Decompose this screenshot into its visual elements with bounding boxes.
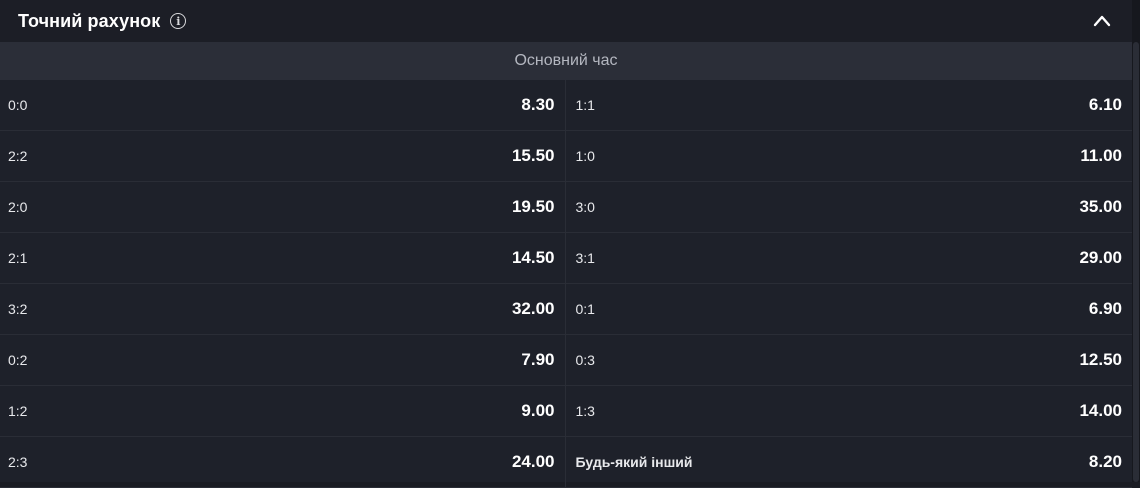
odds-cell[interactable]: 1:3 14.00 bbox=[566, 386, 1133, 436]
odds-cell[interactable]: 0:3 12.50 bbox=[566, 335, 1133, 385]
odds-cell[interactable]: 3:1 29.00 bbox=[566, 233, 1133, 283]
odds-cell[interactable]: 1:0 11.00 bbox=[566, 131, 1133, 181]
odds-cell[interactable]: 1:1 6.10 bbox=[566, 80, 1133, 130]
score-label: 2:0 bbox=[8, 199, 28, 215]
score-label: 2:1 bbox=[8, 250, 28, 266]
score-label: 3:0 bbox=[575, 199, 595, 215]
odds-row: 0:0 8.30 1:1 6.10 bbox=[0, 80, 1132, 131]
score-label: 1:1 bbox=[575, 97, 595, 113]
odds-value: 24.00 bbox=[511, 452, 555, 471]
exact-score-market: Точний рахунок i Основний час 0:0 8.30 1… bbox=[0, 0, 1132, 488]
score-label: 1:0 bbox=[575, 148, 595, 164]
odds-value: 8.30 bbox=[521, 95, 555, 114]
scrollbar-thumb[interactable] bbox=[1133, 42, 1139, 482]
odds-cell[interactable]: 2:3 24.00 bbox=[0, 437, 566, 487]
odds-value: 14.00 bbox=[1079, 401, 1122, 420]
score-label: 0:2 bbox=[8, 352, 28, 368]
chevron-up-icon[interactable] bbox=[1092, 11, 1112, 31]
score-label: 0:3 bbox=[575, 352, 595, 368]
odds-cell[interactable]: 0:0 8.30 bbox=[0, 80, 566, 130]
odds-row: 2:2 15.50 1:0 11.00 bbox=[0, 131, 1132, 182]
odds-cell[interactable]: 0:1 6.90 bbox=[566, 284, 1133, 334]
odds-value: 12.50 bbox=[1079, 350, 1122, 369]
odds-value: 8.20 bbox=[1088, 452, 1122, 471]
odds-value: 11.00 bbox=[1080, 146, 1122, 165]
score-label: 2:2 bbox=[8, 148, 28, 164]
score-label: 3:2 bbox=[8, 301, 28, 317]
score-label: 3:1 bbox=[575, 250, 595, 266]
score-label: 0:1 bbox=[575, 301, 595, 317]
odds-value: 35.00 bbox=[1079, 197, 1122, 216]
odds-cell[interactable]: 2:0 19.50 bbox=[0, 182, 566, 232]
odds-row: 3:2 32.00 0:1 6.90 bbox=[0, 284, 1132, 335]
odds-value: 9.00 bbox=[521, 401, 555, 420]
odds-value: 6.10 bbox=[1088, 95, 1122, 114]
odds-value: 14.50 bbox=[511, 248, 555, 267]
odds-cell[interactable]: Будь-який інший 8.20 bbox=[566, 437, 1133, 487]
score-label: 1:3 bbox=[575, 403, 595, 419]
score-label: 0:0 bbox=[8, 97, 28, 113]
odds-value: 7.90 bbox=[521, 350, 555, 369]
odds-cell[interactable]: 2:1 14.50 bbox=[0, 233, 566, 283]
odds-value: 19.50 bbox=[511, 197, 555, 216]
odds-cell[interactable]: 0:2 7.90 bbox=[0, 335, 566, 385]
odds-grid: 0:0 8.30 1:1 6.10 2:2 15.50 1:0 11.00 2:… bbox=[0, 80, 1132, 488]
odds-value: 32.00 bbox=[511, 299, 555, 318]
score-label: 1:2 bbox=[8, 403, 28, 419]
info-icon[interactable]: i bbox=[170, 13, 187, 29]
scrollbar-track[interactable] bbox=[1132, 0, 1140, 482]
odds-cell[interactable]: 3:2 32.00 bbox=[0, 284, 566, 334]
odds-row: 2:3 24.00 Будь-який інший 8.20 bbox=[0, 437, 1132, 488]
odds-row: 2:0 19.50 3:0 35.00 bbox=[0, 182, 1132, 233]
period-header: Основний час bbox=[0, 42, 1132, 80]
market-title: Точний рахунок bbox=[18, 10, 161, 31]
odds-row: 0:2 7.90 0:3 12.50 bbox=[0, 335, 1132, 386]
market-header[interactable]: Точний рахунок i bbox=[0, 0, 1132, 42]
odds-value: 29.00 bbox=[1079, 248, 1122, 267]
odds-value: 6.90 bbox=[1088, 299, 1122, 318]
odds-row: 2:1 14.50 3:1 29.00 bbox=[0, 233, 1132, 284]
odds-cell[interactable]: 2:2 15.50 bbox=[0, 131, 566, 181]
score-label: 2:3 bbox=[8, 454, 28, 470]
period-label: Основний час bbox=[514, 52, 618, 69]
odds-row: 1:2 9.00 1:3 14.00 bbox=[0, 386, 1132, 437]
odds-value: 15.50 bbox=[511, 146, 555, 165]
any-other-score-label: Будь-який інший bbox=[575, 454, 693, 470]
odds-cell[interactable]: 3:0 35.00 bbox=[566, 182, 1133, 232]
odds-cell[interactable]: 1:2 9.00 bbox=[0, 386, 566, 436]
